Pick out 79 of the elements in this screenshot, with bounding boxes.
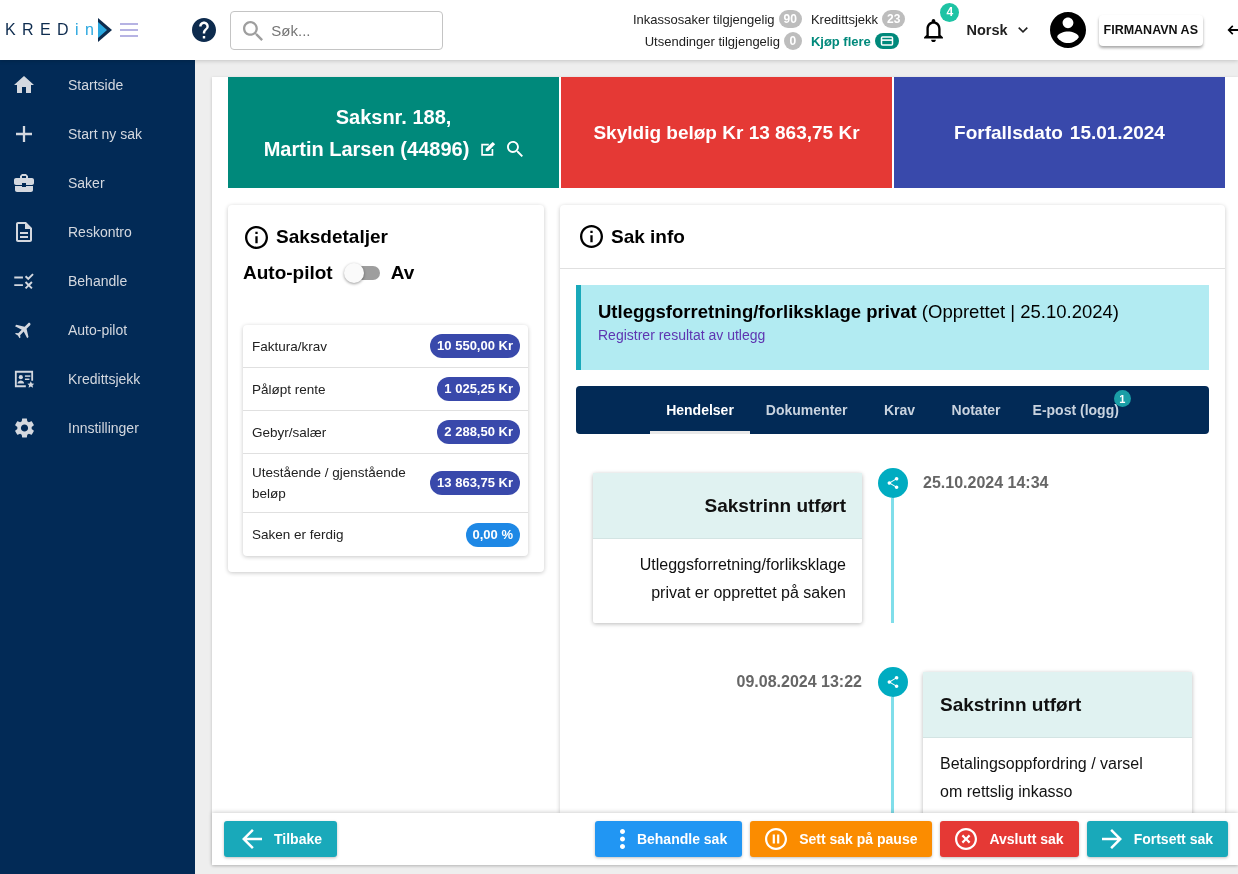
info-icon [245, 225, 268, 249]
sidebar-item[interactable]: Saker [0, 158, 195, 207]
row-label: Påløpt rente [252, 380, 326, 399]
event-time: 25.10.2024 14:34 [923, 473, 1049, 493]
sidebar-item[interactable]: Innstillinger [0, 403, 195, 452]
logo-text: KRED in [5, 20, 101, 40]
chevron-down-icon [1017, 27, 1028, 33]
stat-label: Utsendinger tilgjengelig [644, 33, 780, 49]
notification-badge: 4 [940, 2, 960, 22]
tab[interactable]: Notater [935, 386, 1017, 434]
stat-label: Inkassosaker tilgjengelig [632, 11, 775, 27]
count-badge: 23 [882, 10, 906, 28]
autopilot-label: Auto-pilot [243, 262, 333, 284]
count-badge: 0 [783, 32, 802, 50]
bell-icon[interactable] [924, 18, 944, 42]
status-title: Utleggsforretning/forliksklage privat (Opprettet | 25.10.2024) [598, 300, 1119, 324]
autopilot-state: Av [390, 262, 415, 284]
sidebar-item[interactable]: Startside [0, 60, 195, 109]
edit-icon[interactable] [479, 139, 498, 158]
register-result-link[interactable]: Registrer resultat av utlegg [598, 327, 766, 343]
stat-label: Kredittsjekk [810, 11, 879, 27]
id-card-icon [13, 368, 35, 389]
row-label: Gebyr/salær [252, 423, 327, 442]
arrow-right-icon [1101, 829, 1122, 849]
search-icon[interactable] [507, 140, 524, 157]
sidebar-item[interactable]: Reskontro [0, 207, 195, 256]
sidebar-item[interactable]: Auto-pilot [0, 305, 195, 354]
pause-icon [765, 828, 788, 850]
search-icon [243, 20, 264, 41]
more-icon [619, 829, 625, 849]
autopilot-switch[interactable] [343, 263, 380, 283]
document-icon [16, 221, 32, 242]
row-label: Utestående / gjenstående beløp [252, 464, 407, 503]
amount-badge: 0,00 % [465, 522, 520, 547]
event-description: Utleggsforretning/forliksklage privat er opprettet på saken [638, 555, 847, 603]
case-number: Saksnr. 188, [335, 104, 452, 130]
avatar-icon[interactable] [1049, 12, 1086, 48]
amount-badge: 10 550,00 Kr [430, 334, 520, 358]
tab[interactable]: Krav [863, 386, 936, 434]
credit-card-icon[interactable] [874, 33, 899, 49]
home-icon [14, 76, 34, 93]
due-date-value: 15.01.2024 [1069, 121, 1165, 144]
sidebar-item[interactable]: Start ny sak [0, 109, 195, 158]
checklist-icon [14, 272, 34, 289]
event-title: Sakstrinn utført [923, 672, 1192, 738]
buy-more-link[interactable]: Kjøp flere [810, 33, 871, 49]
info-icon [580, 225, 603, 248]
amount-badge: 1 025,25 Kr [437, 377, 520, 401]
amount-due: Skyldig beløp Kr 13 863,75 Kr [593, 121, 860, 144]
language-select[interactable]: Norsk [966, 22, 1028, 38]
briefcase-icon [14, 173, 34, 192]
help-icon[interactable] [192, 18, 217, 42]
plus-icon [16, 125, 32, 142]
close-case-button[interactable]: Avslutt sak [940, 821, 1079, 857]
company-button[interactable]: FIRMANAVN AS [1098, 14, 1203, 46]
share-icon [877, 667, 908, 697]
section-title: Saksdetaljer [276, 226, 388, 248]
amount-badge: 2 288,50 Kr [437, 420, 520, 444]
triangle-icon [98, 18, 113, 42]
amount-badge: 13 863,75 Kr [430, 471, 520, 495]
row-label: Saken er ferdig [252, 526, 344, 544]
settings-icon [14, 417, 34, 438]
due-date-label: Forfallsdato [954, 121, 1063, 144]
event-description: Betalingsoppfordring / varsel om rettslig inkasso [939, 754, 1144, 802]
sidebar-item[interactable]: Kredittsjekk [0, 354, 195, 403]
search-field[interactable]: Søk... [230, 10, 444, 50]
count-badge: 90 [778, 10, 802, 28]
event-title: Sakstrinn utført [593, 473, 862, 539]
share-icon [877, 468, 908, 498]
arrow-icon[interactable] [1226, 24, 1238, 36]
row-label: Faktura/krav [252, 337, 328, 356]
tab[interactable]: Hendelser [650, 386, 750, 434]
section-title: Sak info [611, 225, 685, 248]
event-time: 09.08.2024 13:22 [736, 672, 862, 692]
arrow-left-icon [242, 829, 262, 849]
sidebar-item[interactable]: Behandle [0, 256, 195, 305]
tab[interactable]: Dokumenter [749, 386, 864, 434]
close-icon [955, 828, 978, 850]
debtor-name: Martin Larsen (44896) [263, 136, 470, 162]
